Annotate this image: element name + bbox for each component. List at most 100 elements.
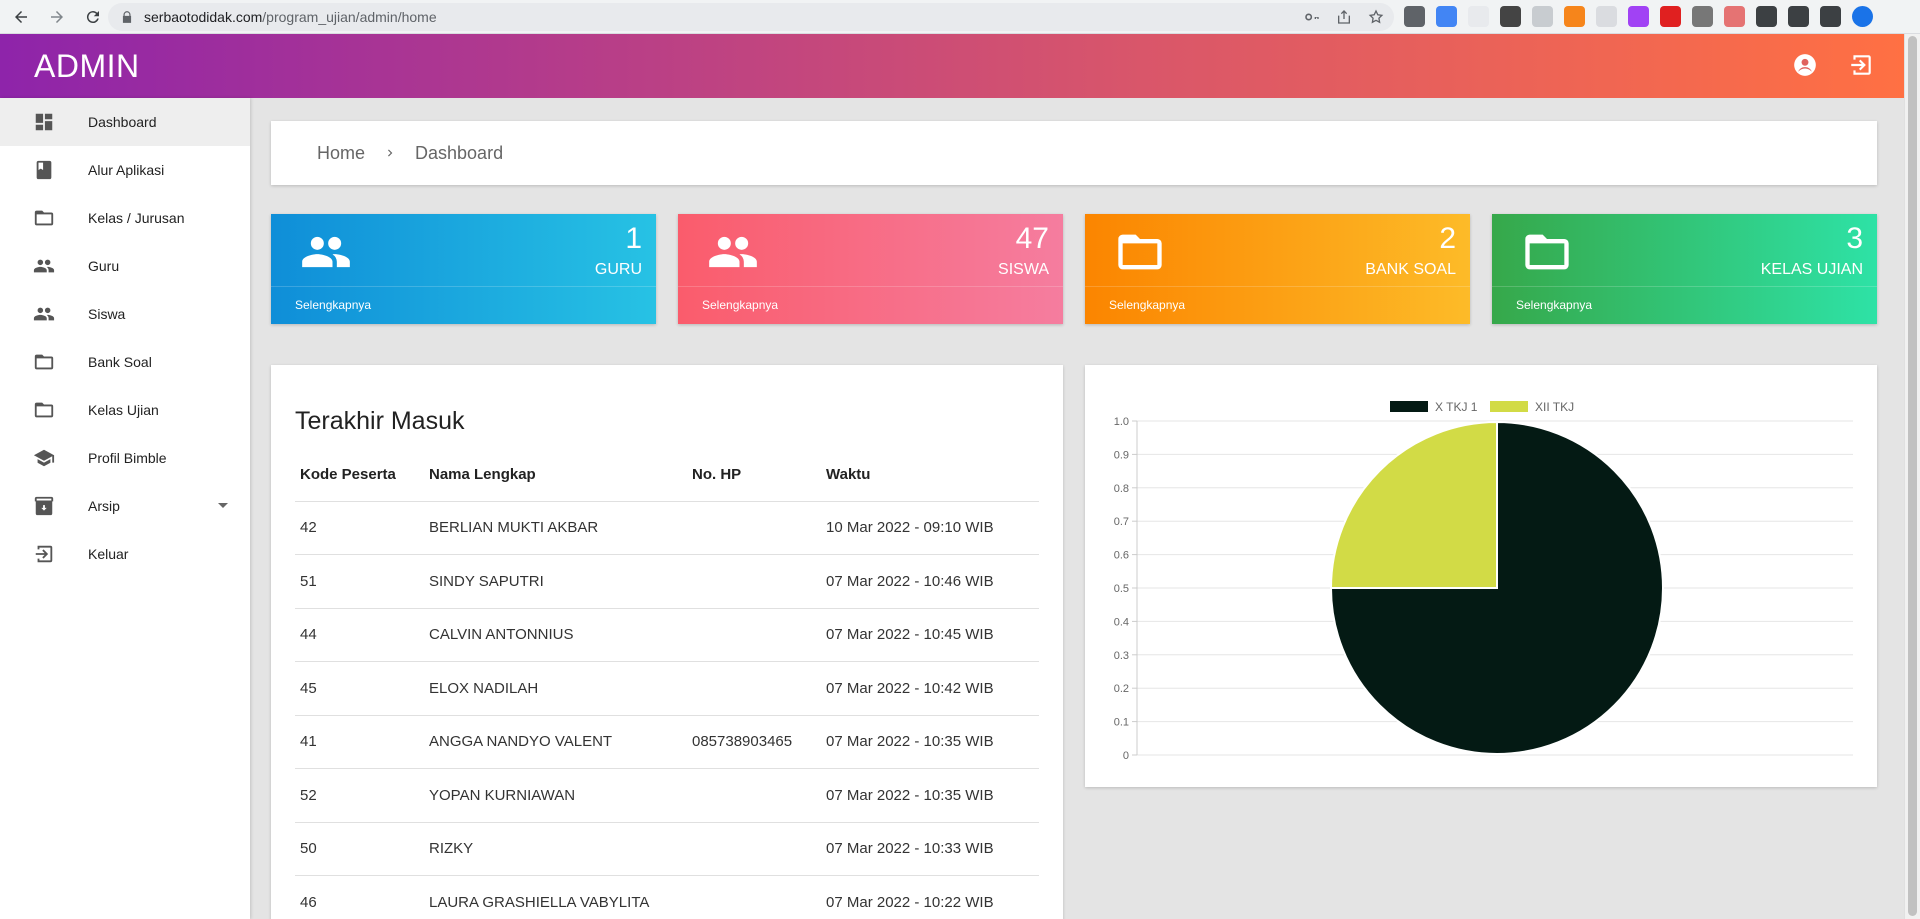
people-icon: [33, 307, 55, 321]
forward-icon[interactable]: [42, 2, 72, 32]
sidebar-item-siswa[interactable]: Siswa: [0, 290, 250, 338]
chart-card: 1.0 0.9 0.8 0.7 0.6 0.5 0.4 0.3 0.2 0.1 0 X TKJ 1 XI…: [1085, 365, 1877, 787]
y-tick-label: 0.1: [1114, 717, 1129, 729]
queue-icon[interactable]: [1788, 6, 1809, 27]
extension-icon[interactable]: [1660, 6, 1681, 27]
stat-value: 47: [1015, 222, 1049, 255]
sidebar-item-profil-bimble[interactable]: Profil Bimble: [0, 434, 250, 482]
sidebar-item-label: Dashboard: [88, 114, 157, 130]
table-cell: BERLIAN MUKTI AKBAR: [424, 501, 687, 555]
sidepanel-icon[interactable]: [1820, 6, 1841, 27]
account-icon[interactable]: [1792, 52, 1818, 78]
translate-icon[interactable]: [1436, 6, 1457, 27]
sidebar-item-kelas-ujian[interactable]: Kelas Ujian: [0, 386, 250, 434]
page-scrollbar[interactable]: [1904, 34, 1920, 919]
stat-value: 3: [1846, 222, 1863, 255]
profile-icon[interactable]: [1852, 6, 1873, 27]
more-link[interactable]: Selengkapnya: [702, 298, 778, 312]
stat-label: GURU: [594, 261, 642, 278]
pie-slice[interactable]: [1329, 420, 1498, 589]
stat-box-kelas-ujian: 3 KELAS UJIAN Selengkapnya: [1492, 214, 1877, 324]
folder-icon: [34, 402, 54, 418]
legend-swatch[interactable]: [1490, 401, 1528, 412]
qr-icon[interactable]: [1500, 6, 1521, 27]
folder-icon: [34, 210, 54, 226]
y-tick-label: 0.8: [1114, 483, 1129, 495]
table-cell: 42: [295, 501, 424, 555]
table-cell: 07 Mar 2022 - 10:45 WIB: [821, 608, 1039, 662]
y-tick-label: 0.4: [1114, 616, 1129, 628]
browser-toolbar: serbaotodidak.com/program_ujian/admin/ho…: [0, 0, 1920, 34]
table-row: 42 BERLIAN MUKTI AKBAR 10 Mar 2022 - 09:10…: [295, 501, 1039, 555]
logout-icon[interactable]: [1848, 52, 1874, 78]
chevron-down-icon[interactable]: [218, 503, 228, 508]
stat-label: BANK SOAL: [1365, 261, 1456, 278]
extension-icon[interactable]: [1596, 6, 1617, 27]
sidebar-item-keluar[interactable]: Keluar: [0, 530, 250, 578]
recent-logins-table: Kode Peserta Nama Lengkap No. HP Waktu 4…: [295, 449, 1039, 919]
sidebar-item-dashboard[interactable]: Dashboard: [0, 98, 250, 146]
table-cell: 07 Mar 2022 - 10:22 WIB: [821, 875, 1039, 919]
y-tick-label: 0.2: [1114, 683, 1129, 695]
sidebar-item-bank-soal[interactable]: Bank Soal: [0, 338, 250, 386]
y-tick-label: 0.9: [1114, 449, 1129, 461]
table-row: 46 LAURA GRASHIELLA VABYLITA 07 Mar 2022 -…: [295, 875, 1039, 919]
extension-icon[interactable]: [1404, 6, 1425, 27]
more-link[interactable]: Selengkapnya: [295, 298, 371, 312]
address-bar[interactable]: serbaotodidak.com/program_ujian/admin/ho…: [108, 3, 1394, 31]
stat-box-guru: 1 GURU Selengkapnya: [271, 214, 656, 324]
image-icon[interactable]: [1724, 6, 1745, 27]
table-cell: [687, 554, 821, 609]
extension-icon[interactable]: [1628, 6, 1649, 27]
legend-swatch[interactable]: [1390, 401, 1428, 412]
sidebar-item-label: Keluar: [88, 546, 129, 562]
table-cell: 44: [295, 608, 424, 662]
more-link[interactable]: Selengkapnya: [1516, 298, 1592, 312]
sidebar-item-kelas-jurusan[interactable]: Kelas / Jurusan: [0, 194, 250, 242]
breadcrumb-home-link[interactable]: Home: [317, 143, 365, 164]
column-header: Waktu: [821, 449, 1039, 502]
table-cell: 07 Mar 2022 - 10:35 WIB: [821, 768, 1039, 823]
table-cell: [687, 768, 821, 823]
sidebar-item-label: Bank Soal: [88, 354, 152, 370]
shield-icon[interactable]: [1532, 6, 1553, 27]
table-cell: ANGGA NANDYO VALENT: [424, 715, 687, 769]
breadcrumb-current: Dashboard: [415, 142, 504, 163]
extension-icon[interactable]: [1468, 6, 1489, 27]
url-text: serbaotodidak.com/program_ujian/admin/ho…: [144, 9, 437, 25]
sidebar-item-label: Profil Bimble: [88, 450, 167, 466]
table-row: 44 CALVIN ANTONNIUS 07 Mar 2022 - 10:45 WI…: [295, 608, 1039, 662]
sidebar-item-arsip[interactable]: Arsip: [0, 482, 250, 530]
stat-label: KELAS UJIAN: [1760, 261, 1863, 278]
table-cell: [687, 822, 821, 876]
table-row: 52 YOPAN KURNIAWAN 07 Mar 2022 - 10:35 WIB: [295, 768, 1039, 823]
back-icon[interactable]: [6, 2, 36, 32]
key-icon[interactable]: [1304, 9, 1320, 25]
table-header-row: Kode Peserta Nama Lengkap No. HP Waktu: [295, 449, 1039, 502]
more-link[interactable]: Selengkapnya: [1109, 298, 1185, 312]
stat-value: 2: [1439, 222, 1456, 255]
dashboard-icon: [35, 113, 53, 131]
sidebar-item-guru[interactable]: Guru: [0, 242, 250, 290]
sidebar-item-alur-aplikasi[interactable]: Alur Aplikasi: [0, 146, 250, 194]
share-icon[interactable]: [1336, 9, 1352, 25]
extension-icon[interactable]: [1692, 6, 1713, 27]
table-cell: 50: [295, 822, 424, 876]
y-tick-label: 1.0: [1114, 416, 1129, 428]
stat-box-bank-soal: 2 BANK SOAL Selengkapnya: [1085, 214, 1470, 324]
bookmark-star-icon[interactable]: [1368, 9, 1384, 25]
puzzle-icon[interactable]: [1756, 6, 1777, 27]
reload-icon[interactable]: [78, 2, 108, 32]
app-header: ADMIN: [0, 34, 1904, 98]
folder-icon: [1118, 234, 1162, 270]
table-cell: LAURA GRASHIELLA VABYLITA: [424, 875, 687, 919]
lock-icon: [122, 11, 132, 23]
scrollbar-thumb[interactable]: [1908, 36, 1917, 916]
table-cell: 52: [295, 768, 424, 823]
sidebar-item-label: Kelas Ujian: [88, 402, 159, 418]
table-cell: RIZKY: [424, 822, 687, 876]
y-tick-label: 0.5: [1114, 583, 1129, 595]
table-cell: ELOX NADILAH: [424, 661, 687, 716]
fox-icon[interactable]: [1564, 6, 1585, 27]
table-cell: 07 Mar 2022 - 10:35 WIB: [821, 715, 1039, 769]
